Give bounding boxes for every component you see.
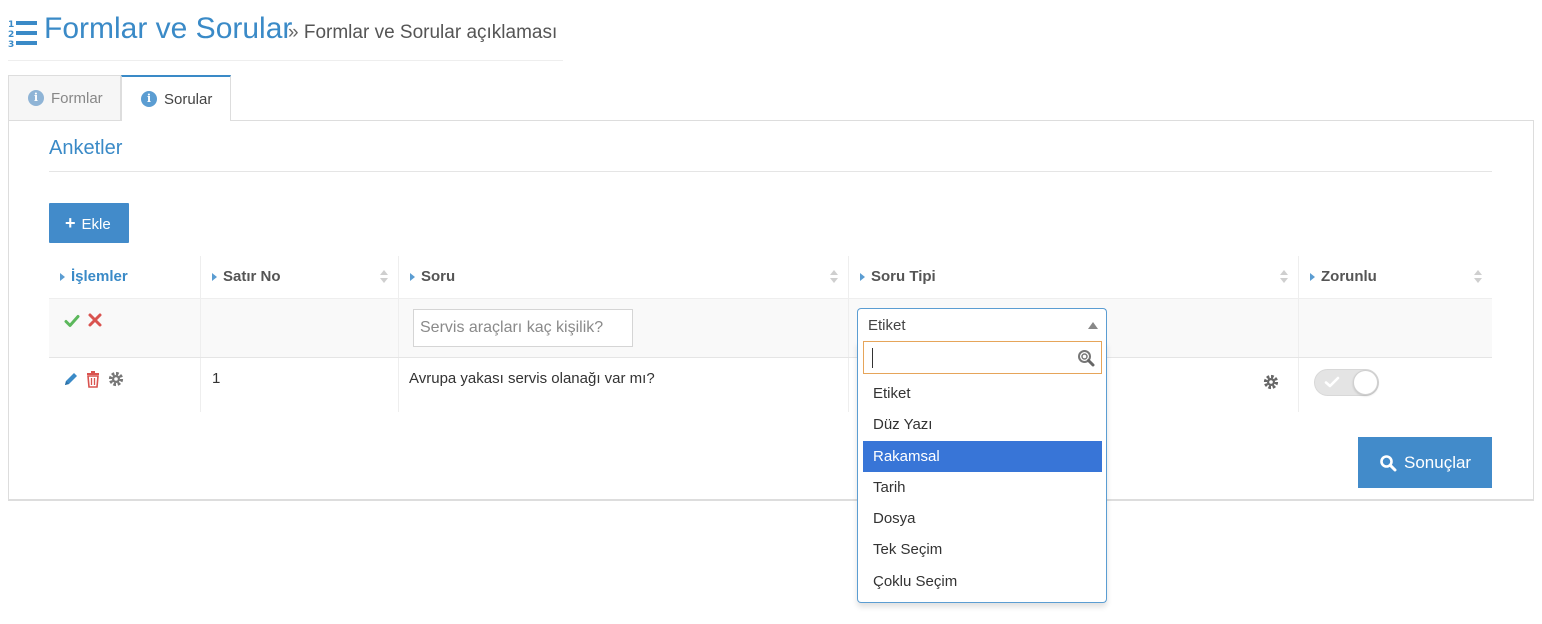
results-button[interactable]: Sonuçlar bbox=[1358, 437, 1492, 488]
option-etiket[interactable]: Etiket bbox=[863, 378, 1102, 409]
toggle-knob bbox=[1353, 370, 1378, 395]
selected-value: Etiket bbox=[868, 317, 906, 334]
gear-icon[interactable] bbox=[1262, 373, 1280, 391]
text-cursor bbox=[872, 348, 873, 368]
tab-sorular[interactable]: i Sorular bbox=[121, 75, 231, 121]
checkmark-icon[interactable] bbox=[64, 313, 80, 329]
divider bbox=[49, 171, 1492, 172]
question-type-dropdown: Etiket Düz Yazı Rakamsal Tarih Dosya Tek… bbox=[857, 341, 1107, 603]
search-icon bbox=[1380, 455, 1397, 472]
column-label: İşlemler bbox=[71, 268, 128, 285]
option-duz-yazi[interactable]: Düz Yazı bbox=[863, 409, 1102, 440]
caret-right-icon bbox=[212, 273, 217, 281]
option-coklu-secim[interactable]: Çoklu Seçim bbox=[863, 566, 1102, 597]
ordered-list-icon: 1 2 3 bbox=[8, 20, 37, 48]
sort-icon[interactable] bbox=[1474, 270, 1482, 284]
section-title: Anketler bbox=[49, 137, 123, 159]
trash-icon[interactable] bbox=[85, 370, 101, 388]
dropdown-options: Etiket Düz Yazı Rakamsal Tarih Dosya Tek… bbox=[863, 378, 1102, 597]
svg-text:1: 1 bbox=[8, 20, 14, 30]
tab-formlar[interactable]: i Formlar bbox=[8, 75, 121, 120]
option-tek-secim[interactable]: Tek Seçim bbox=[863, 534, 1102, 565]
required-toggle[interactable] bbox=[1314, 369, 1379, 396]
row-no-cell bbox=[201, 299, 399, 357]
sort-icon[interactable] bbox=[830, 270, 838, 284]
question-input[interactable]: Servis araçları kaç kişilik? bbox=[413, 309, 633, 347]
edit-row: Servis araçları kaç kişilik? bbox=[49, 298, 1492, 358]
title-separator: » bbox=[288, 22, 299, 43]
column-label: Zorunlu bbox=[1321, 268, 1377, 285]
questions-table: İşlemler Satır No Soru Soru Tipi Zorunlu bbox=[49, 256, 1492, 412]
table-row: 1 Avrupa yakası servis olanağı var mı? bbox=[49, 358, 1492, 412]
check-icon bbox=[1324, 376, 1340, 388]
svg-text:2: 2 bbox=[8, 30, 14, 40]
column-header-soru-tipi[interactable]: Soru Tipi bbox=[849, 256, 1299, 298]
subtitle-text: Formlar ve Sorular açıklaması bbox=[303, 22, 558, 43]
add-button-label: Ekle bbox=[81, 216, 111, 233]
caret-right-icon bbox=[1310, 273, 1315, 281]
option-tarih[interactable]: Tarih bbox=[863, 472, 1102, 503]
column-header-satir-no[interactable]: Satır No bbox=[201, 256, 399, 298]
caret-right-icon bbox=[410, 273, 415, 281]
question-cell: Avrupa yakası servis olanağı var mı? bbox=[399, 358, 849, 412]
actions-cell bbox=[49, 358, 201, 412]
page-title: Formlar ve Sorular bbox=[44, 12, 293, 45]
caret-up-icon bbox=[1088, 322, 1098, 329]
page-header: 1 2 3 Formlar ve Sorular » Formlar ve So… bbox=[8, 10, 563, 61]
tab-label: Formlar bbox=[51, 90, 103, 107]
gear-icon[interactable] bbox=[107, 370, 125, 388]
question-cell: Servis araçları kaç kişilik? bbox=[399, 299, 849, 357]
column-label: Soru Tipi bbox=[871, 268, 936, 285]
column-header-zorunlu[interactable]: Zorunlu bbox=[1299, 256, 1492, 298]
required-cell bbox=[1299, 299, 1492, 357]
pencil-icon[interactable] bbox=[63, 370, 79, 388]
close-icon[interactable] bbox=[87, 312, 103, 328]
page-subtitle: » Formlar ve Sorular açıklaması bbox=[288, 22, 557, 44]
question-text: Avrupa yakası servis olanağı var mı? bbox=[409, 370, 655, 387]
results-button-label: Sonuçlar bbox=[1404, 453, 1472, 472]
info-icon: i bbox=[141, 91, 157, 107]
row-no-cell: 1 bbox=[201, 358, 399, 412]
actions-cell bbox=[49, 299, 201, 357]
dropdown-search-input[interactable] bbox=[863, 341, 1102, 374]
info-icon: i bbox=[28, 90, 44, 106]
row-number: 1 bbox=[212, 370, 221, 387]
table-header: İşlemler Satır No Soru Soru Tipi Zorunlu bbox=[49, 256, 1492, 298]
plus-icon: + bbox=[65, 213, 76, 233]
svg-text:3: 3 bbox=[8, 40, 14, 48]
tab-label: Sorular bbox=[164, 91, 213, 108]
column-label: Soru bbox=[421, 268, 456, 285]
caret-right-icon bbox=[860, 273, 865, 281]
row-actions bbox=[63, 370, 133, 388]
column-header-islemler[interactable]: İşlemler bbox=[49, 256, 201, 298]
column-label: Satır No bbox=[223, 268, 281, 285]
column-header-soru[interactable]: Soru bbox=[399, 256, 849, 298]
add-button[interactable]: + Ekle bbox=[49, 203, 129, 243]
search-icon bbox=[1078, 350, 1095, 367]
sort-icon[interactable] bbox=[1280, 270, 1288, 284]
sort-icon[interactable] bbox=[380, 270, 388, 284]
option-rakamsal[interactable]: Rakamsal bbox=[863, 440, 1102, 472]
caret-right-icon bbox=[60, 273, 65, 281]
content-panel: Anketler + Ekle İşlemler Satır No Soru So… bbox=[8, 120, 1534, 501]
question-type-select[interactable]: Etiket bbox=[857, 308, 1107, 341]
option-dosya[interactable]: Dosya bbox=[863, 503, 1102, 534]
required-cell bbox=[1299, 358, 1492, 412]
